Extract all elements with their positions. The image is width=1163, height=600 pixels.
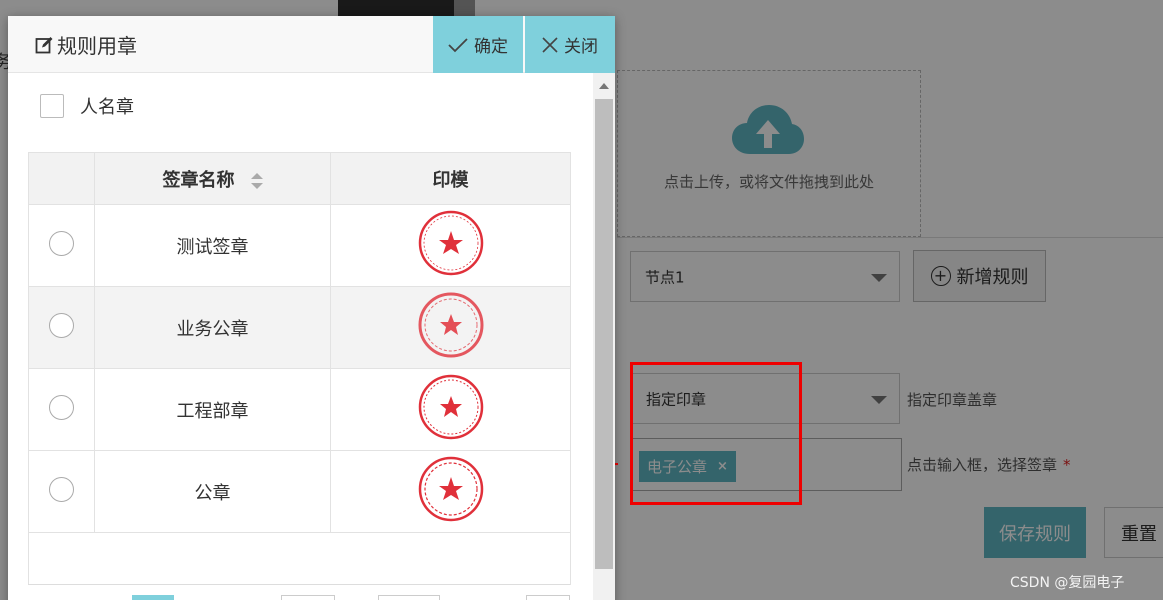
select-column-header	[28, 152, 95, 205]
table-row[interactable]: 业务公章	[28, 286, 571, 369]
edit-icon	[35, 36, 53, 53]
seal-stamp-image	[418, 456, 483, 522]
page-button[interactable]	[526, 595, 570, 600]
row-radio-cell[interactable]	[28, 204, 95, 287]
row-radio-cell[interactable]	[28, 368, 95, 451]
confirm-button[interactable]: 确定	[433, 16, 523, 73]
dialog-body: 人名章 签章名称 印模 测试签章 业务公章 工程部章 公章	[8, 73, 593, 600]
personal-seal-checkbox[interactable]	[40, 94, 64, 118]
highlight-frame	[630, 362, 802, 505]
dialog-scrollbar[interactable]	[593, 73, 615, 600]
personal-seal-option[interactable]: 人名章	[40, 93, 134, 119]
seal-stamp-image	[418, 292, 483, 358]
check-icon	[448, 37, 468, 52]
seal-table: 签章名称 印模 测试签章 业务公章 工程部章 公章	[28, 152, 571, 585]
seal-name-column-header[interactable]: 签章名称	[94, 152, 331, 205]
seal-image-cell	[330, 286, 571, 369]
scroll-up-icon[interactable]	[599, 83, 609, 89]
close-icon	[542, 36, 558, 53]
seal-name-cell: 工程部章	[94, 368, 331, 451]
close-label: 关闭	[564, 37, 598, 57]
row-radio[interactable]	[49, 394, 74, 420]
empty-cell	[28, 532, 571, 585]
seal-name-cell: 业务公章	[94, 286, 331, 369]
row-radio-cell[interactable]	[28, 450, 95, 533]
watermark: CSDN @复园电子	[1010, 575, 1125, 591]
table-row[interactable]: 测试签章	[28, 204, 571, 287]
seal-name-header-label: 签章名称	[162, 169, 235, 191]
seal-name-cell: 公章	[94, 450, 331, 533]
seal-image-cell	[330, 204, 571, 287]
dialog-header: 规则用章 确定 关闭	[8, 16, 615, 73]
row-radio[interactable]	[49, 230, 74, 256]
row-radio[interactable]	[49, 312, 74, 338]
table-empty-row	[28, 532, 571, 585]
row-radio-cell[interactable]	[28, 286, 95, 369]
seal-stamp-image	[418, 210, 483, 276]
table-header-row: 签章名称 印模	[28, 152, 571, 205]
page-button[interactable]	[378, 595, 440, 600]
dialog-title: 规则用章	[35, 16, 137, 73]
table-row[interactable]: 公章	[28, 450, 571, 533]
dialog-title-text: 规则用章	[57, 34, 137, 58]
page-button[interactable]	[281, 595, 335, 600]
seal-image-cell	[330, 450, 571, 533]
scroll-thumb[interactable]	[595, 99, 613, 569]
page-button-current[interactable]	[132, 595, 174, 600]
pagination	[28, 584, 570, 600]
seal-name-cell: 测试签章	[94, 204, 331, 287]
close-button[interactable]: 关闭	[525, 16, 615, 73]
seal-image-column-header: 印模	[330, 152, 571, 205]
seal-image-header-label: 印模	[432, 169, 469, 191]
personal-seal-label: 人名章	[80, 97, 134, 118]
rule-seal-dialog: 规则用章 确定 关闭 人名章 签章名称 印模 测试签章 业务公章 工程部章 公章	[8, 16, 615, 600]
row-radio[interactable]	[49, 476, 74, 502]
seal-image-cell	[330, 368, 571, 451]
confirm-label: 确定	[474, 37, 508, 57]
sort-icon[interactable]	[250, 172, 263, 189]
table-row[interactable]: 工程部章	[28, 368, 571, 451]
seal-stamp-image	[418, 374, 483, 440]
